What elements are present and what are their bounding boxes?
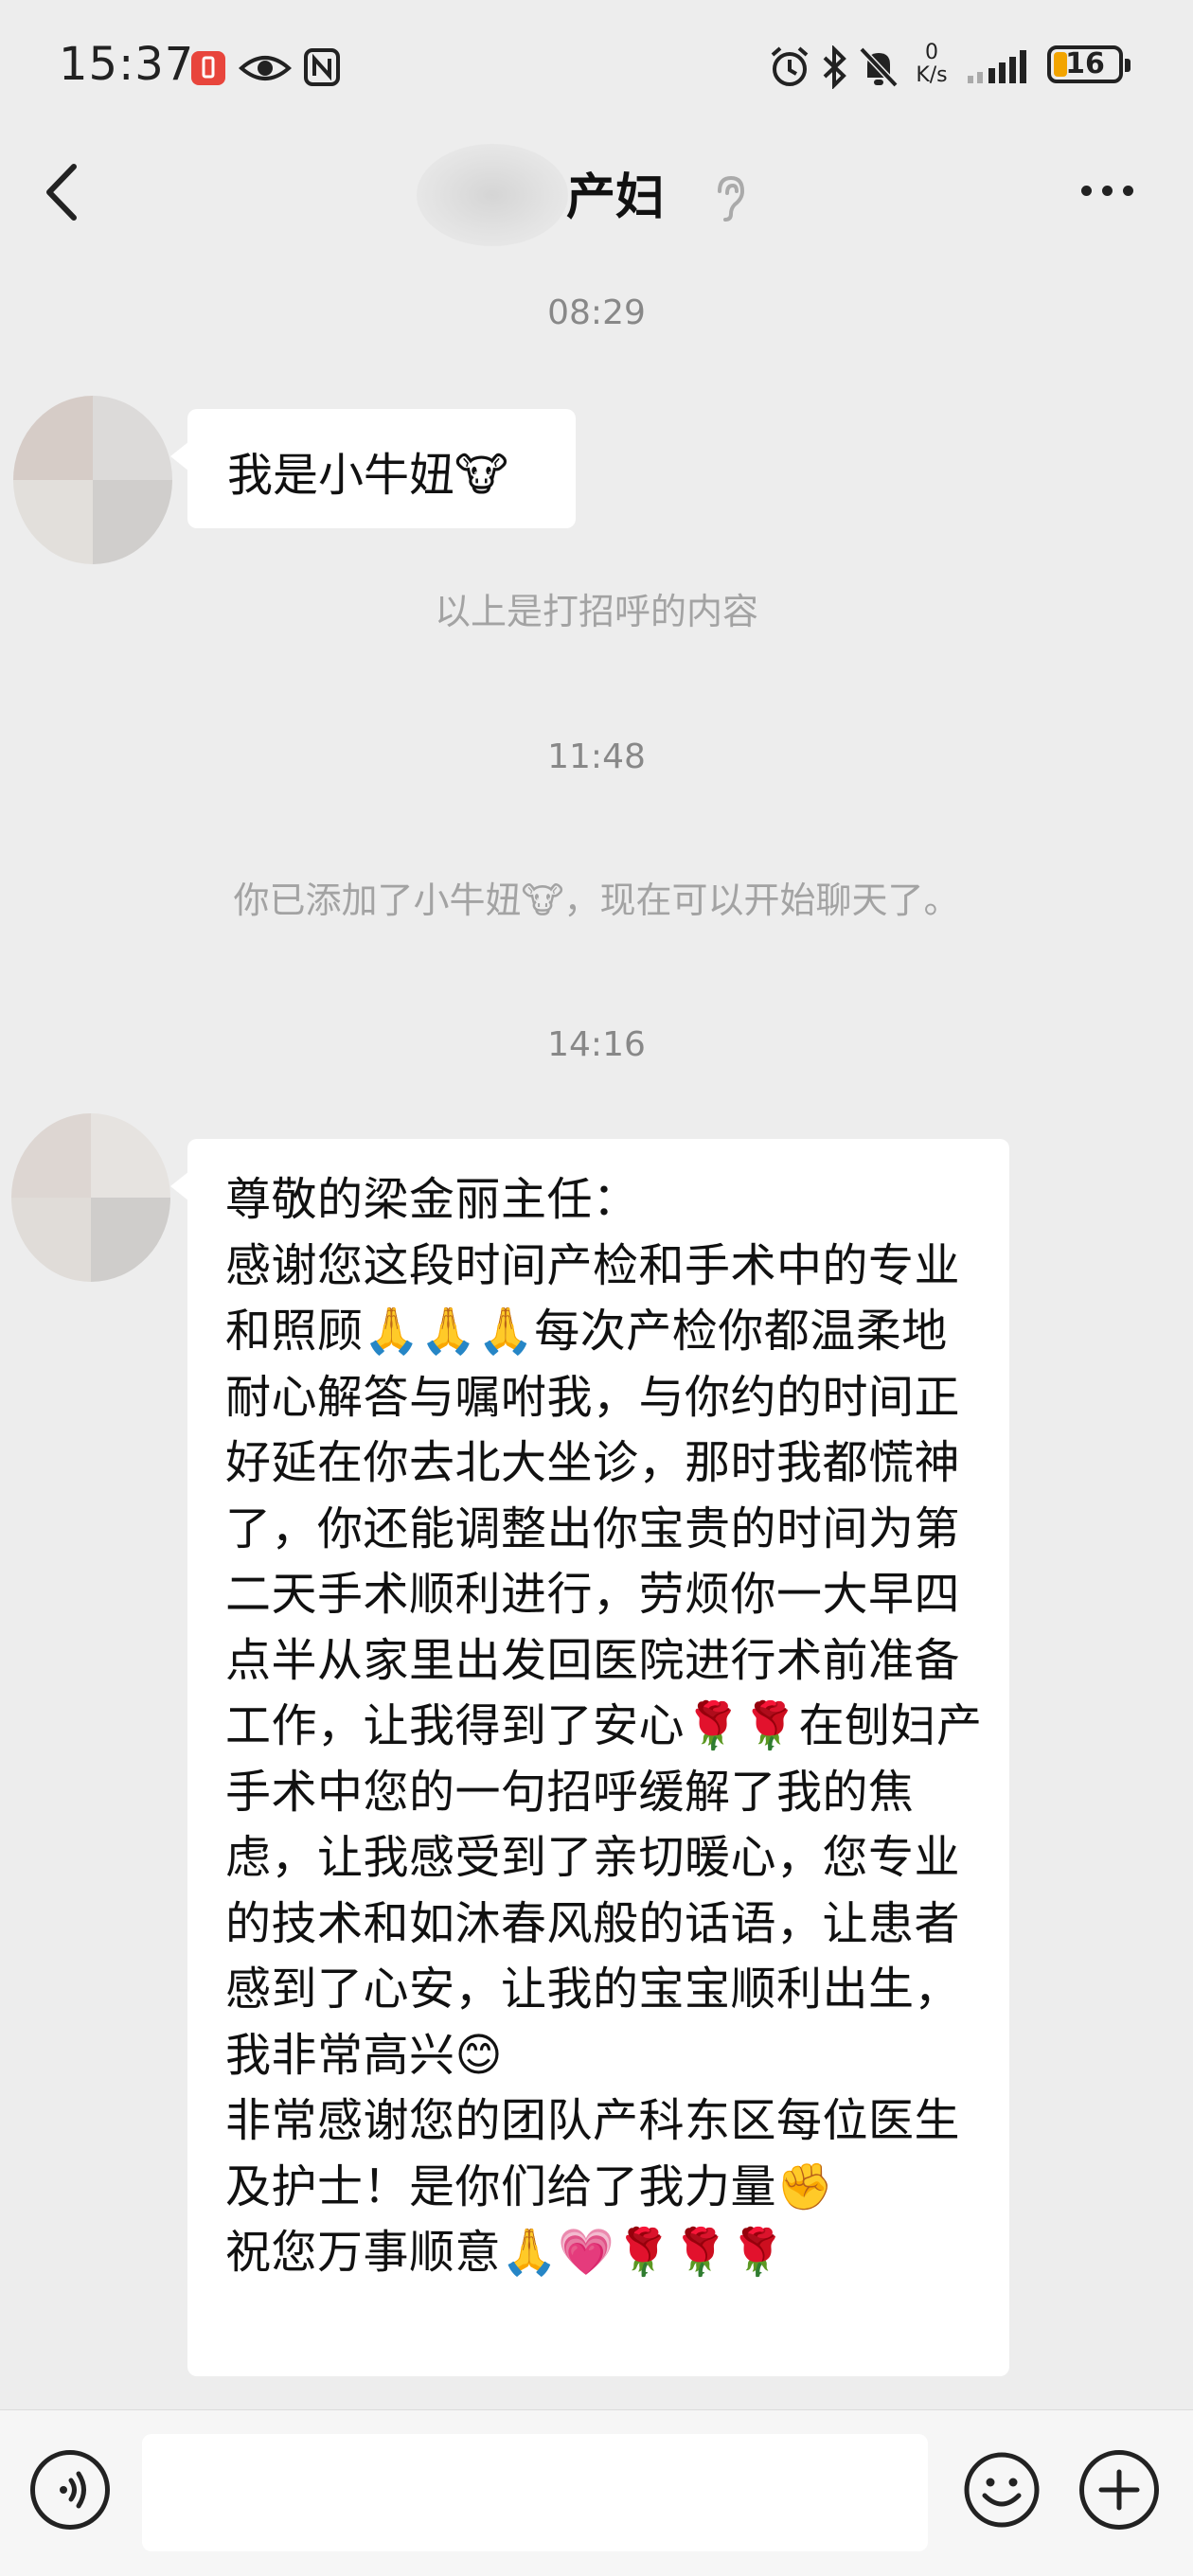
network-speed-value: 0	[925, 41, 938, 64]
greeting-note: 以上是打招呼的内容	[434, 591, 758, 632]
long-message: 尊敬的梁金丽主任： 感谢您这段时间产检和手术中的专业和照顾🙏🙏🙏每次产检你都温柔…	[225, 1173, 983, 2279]
blurred-name	[417, 144, 568, 246]
added-notice: 你已添加了小牛妞🐮，现在可以开始聊天了。	[233, 879, 960, 921]
status-time: 15:37	[59, 38, 195, 91]
mute-icon	[859, 46, 899, 88]
chat-header: 产妇	[0, 133, 1193, 256]
timestamp: 08:29	[547, 293, 646, 332]
avatar[interactable]	[11, 1113, 170, 1282]
voice-icon[interactable]	[30, 2450, 110, 2530]
message-input[interactable]	[142, 2434, 928, 2551]
ear-icon	[718, 175, 745, 222]
nfc-icon	[304, 48, 340, 86]
eye-icon	[239, 56, 292, 80]
network-speed: 0 K/s	[911, 42, 953, 87]
battery-saver-icon	[191, 51, 225, 85]
message-bubble[interactable]: 我是小牛妞🐮	[170, 409, 576, 528]
signal-icon	[968, 50, 1026, 83]
status-bar: 15:37 0 K/s 16	[0, 0, 1193, 133]
timestamp: 14:16	[547, 1025, 646, 1064]
message-bubble[interactable]: 尊敬的梁金丽主任： 感谢您这段时间产检和手术中的专业和照顾🙏🙏🙏每次产检你都温柔…	[170, 1139, 1009, 2376]
greeting-message: 我是小牛妞🐮	[227, 449, 508, 502]
chat-title[interactable]: 产妇	[566, 157, 665, 228]
input-bar	[0, 2409, 1193, 2576]
battery-icon: 16	[1047, 45, 1131, 83]
bluetooth-icon	[823, 45, 846, 89]
alarm-icon	[771, 46, 809, 86]
emoji-icon[interactable]	[962, 2450, 1042, 2530]
avatar[interactable]	[13, 396, 172, 564]
back-icon[interactable]	[38, 159, 95, 225]
plus-icon[interactable]	[1079, 2450, 1159, 2530]
battery-level: 16	[1065, 47, 1105, 80]
network-speed-unit: K/s	[916, 63, 948, 87]
more-icon[interactable]	[1070, 186, 1146, 204]
timestamp: 11:48	[547, 737, 646, 776]
